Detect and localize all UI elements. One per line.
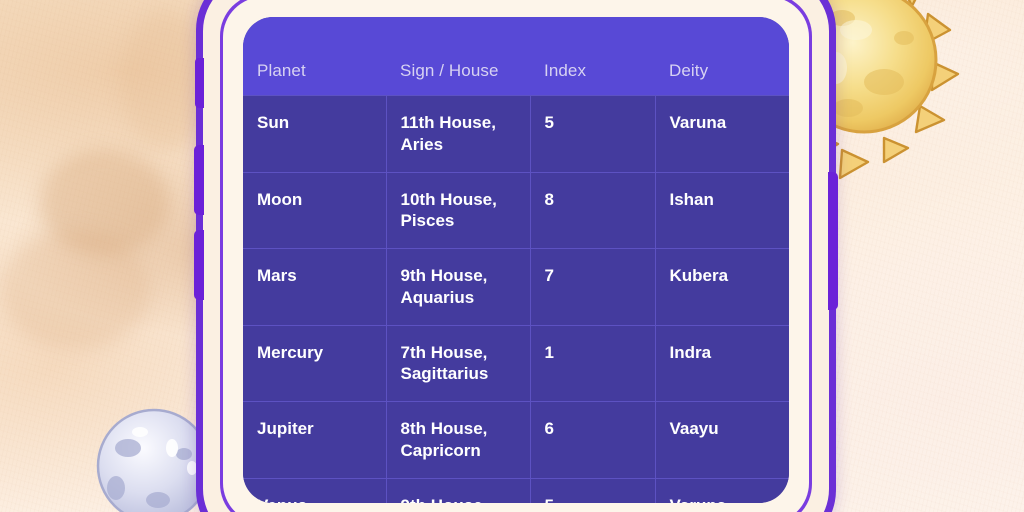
cell-planet: Venus	[243, 478, 387, 503]
cell-house: 9th House,	[401, 495, 518, 504]
cell-sign: Aquarius	[400, 287, 475, 307]
table-row[interactable]: Sun 11th House, Aries 5 Varuna	[243, 95, 789, 173]
column-header-planet[interactable]: Planet	[243, 17, 386, 96]
column-header-deity[interactable]: Deity	[655, 17, 789, 96]
cell-index: 6	[530, 401, 656, 479]
cell-planet: Moon	[243, 172, 387, 249]
cell-sign-house: 10th House, Pisces	[386, 172, 531, 249]
cell-index: 7	[530, 248, 656, 326]
cell-deity: Varuna	[655, 95, 789, 173]
cell-deity: Indra	[655, 325, 789, 402]
cell-house: 8th House,	[400, 419, 488, 438]
cell-deity: Varuna	[655, 478, 789, 503]
volume-down-button[interactable]	[194, 230, 204, 300]
cell-index: 5	[530, 95, 656, 173]
phone-screen: Planet Sign / House Index Deity Sun 11th…	[243, 17, 789, 503]
cell-sign-house: 8th House, Capricorn	[386, 401, 531, 479]
cell-index: 1	[530, 325, 656, 402]
power-button[interactable]	[828, 172, 838, 310]
table-row[interactable]: Mars 9th House, Aquarius 7 Kubera	[243, 248, 789, 326]
sun-icon	[828, 0, 1024, 204]
table-header-row: Planet Sign / House Index Deity	[243, 17, 789, 96]
cell-house: 9th House,	[400, 266, 488, 285]
cell-deity: Kubera	[655, 248, 789, 326]
cell-sign: Sagittarius	[400, 364, 489, 384]
cell-sign: Capricorn	[400, 440, 481, 460]
cell-sign-house: 9th House, Aquarius	[386, 248, 531, 326]
planet-table: Planet Sign / House Index Deity Sun 11th…	[243, 17, 789, 503]
cell-sign-house: 7th House, Sagittarius	[386, 325, 531, 402]
cell-planet: Sun	[243, 95, 387, 173]
table-header: Planet Sign / House Index Deity	[243, 17, 789, 96]
cell-planet: Jupiter	[243, 401, 387, 479]
table-body: Sun 11th House, Aries 5 Varuna Moon 10th…	[243, 95, 789, 503]
cell-house: 7th House,	[400, 342, 488, 362]
screenshot-root: Planet Sign / House Index Deity Sun 11th…	[0, 0, 1024, 512]
table-row[interactable]: Moon 10th House, Pisces 8 Ishan	[243, 172, 789, 249]
table-row[interactable]: Jupiter 8th House, Capricorn 6 Vaayu	[243, 401, 789, 479]
silent-switch[interactable]	[195, 58, 204, 108]
cell-planet: Mercury	[243, 325, 387, 402]
table-row[interactable]: Venus 9th House, Aquarius 5 Varuna	[243, 478, 789, 503]
background-blot	[0, 230, 150, 350]
column-header-sign-house[interactable]: Sign / House	[386, 17, 530, 96]
cell-sign: Pisces	[400, 211, 455, 231]
cell-house: 11th House,	[400, 113, 496, 132]
cell-index: 5	[530, 478, 656, 503]
cell-sign-house: 11th House, Aries	[386, 95, 531, 173]
cell-sign-house: 9th House, Aquarius	[386, 478, 531, 504]
cell-deity: Ishan	[655, 172, 789, 249]
cell-sign: Aries	[400, 134, 444, 154]
cell-index: 8	[530, 172, 656, 249]
table-row[interactable]: Mercury 7th House, Sagittarius 1 Indra	[243, 325, 789, 402]
cell-house: 10th House,	[400, 189, 497, 209]
column-header-index[interactable]: Index	[530, 17, 655, 96]
cell-planet: Mars	[243, 248, 387, 326]
volume-up-button[interactable]	[194, 145, 204, 215]
phone-mockup: Planet Sign / House Index Deity Sun 11th…	[194, 0, 838, 512]
cell-deity: Vaayu	[655, 401, 789, 479]
